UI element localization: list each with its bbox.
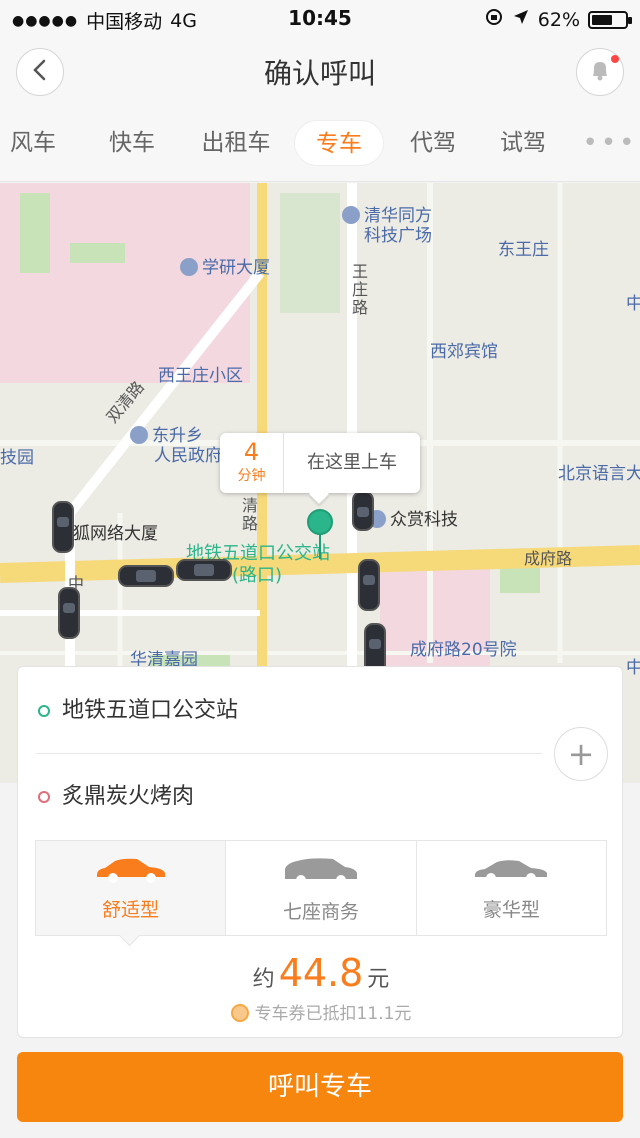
page-title: 确认呼叫 bbox=[263, 57, 376, 90]
map-label-wudaokou-2: (路口) bbox=[232, 565, 283, 586]
car-type-label: 七座商务 bbox=[282, 901, 359, 923]
notification-button[interactable] bbox=[576, 48, 624, 96]
building-icon bbox=[342, 206, 360, 224]
divider bbox=[36, 753, 542, 754]
coupon-note[interactable]: 专车券已抵扣11.1元 bbox=[18, 999, 624, 1024]
rotation-lock-icon bbox=[484, 7, 504, 32]
map-label-renmin: 人民政府 bbox=[154, 446, 222, 466]
map-label-dongwangzhuang: 东王庄 bbox=[498, 240, 549, 260]
sedan-icon bbox=[471, 860, 551, 889]
status-bar: ●●●●● 中国移动 4G 10:45 62% bbox=[0, 0, 640, 36]
origin-field[interactable]: 地铁五道口公交站 bbox=[38, 671, 238, 751]
nav-header: 确认呼叫 bbox=[0, 36, 640, 106]
eta-unit: 分钟 bbox=[237, 468, 266, 484]
battery-icon bbox=[588, 10, 632, 29]
bell-icon bbox=[589, 58, 611, 86]
map-label-zhongshang: 众赏科技 bbox=[368, 505, 458, 530]
map-label-zhong-right: 中 bbox=[626, 294, 640, 314]
map-label-chengfu20: 成府路20号院 bbox=[410, 640, 517, 660]
car-marker bbox=[52, 501, 74, 553]
order-panel: 地铁五道口公交站 + 炙鼎炭火烤肉 舒适型 七座商务 豪华型 约44.8元 bbox=[17, 666, 623, 1038]
destination-text: 炙鼎炭火烤肉 bbox=[62, 784, 195, 809]
price-unit: 元 bbox=[367, 967, 390, 992]
price-value: 44.8 bbox=[278, 951, 364, 995]
car-marker bbox=[352, 491, 374, 531]
car-icon bbox=[93, 858, 169, 889]
building-icon bbox=[180, 258, 198, 276]
notification-badge bbox=[611, 55, 619, 63]
origin-dot-icon bbox=[38, 705, 50, 717]
tab-chuzuche[interactable]: 出租车 bbox=[190, 120, 282, 166]
origin-text: 地铁五道口公交站 bbox=[62, 698, 239, 723]
destination-dot-icon bbox=[38, 791, 50, 803]
car-type-seven-seat[interactable]: 七座商务 bbox=[226, 841, 417, 935]
car-type-label: 豪华型 bbox=[482, 899, 540, 921]
tab-daijia[interactable]: 代驾 bbox=[400, 120, 466, 166]
map-label-jiyuan: 技园 bbox=[0, 448, 34, 468]
map-label-chengfu-road: 成府路 bbox=[524, 549, 573, 568]
tab-shijia[interactable]: 试驾 bbox=[490, 120, 556, 166]
map-label-xiwangzhuang: 西王庄小区 bbox=[158, 366, 243, 386]
destination-field[interactable]: 炙鼎炭火烤肉 bbox=[38, 757, 194, 837]
map-label-qing-road: 清路 bbox=[239, 497, 258, 533]
call-car-button[interactable]: 呼叫专车 bbox=[17, 1052, 623, 1122]
eta-box: 4 分钟 bbox=[220, 433, 284, 493]
minivan-icon bbox=[281, 858, 361, 891]
coupon-text: 专车券已抵扣11.1元 bbox=[254, 1004, 412, 1024]
pickup-callout[interactable]: 4 分钟 在这里上车 bbox=[220, 433, 420, 493]
location-arrow-icon bbox=[512, 8, 530, 31]
price-prefix: 约 bbox=[252, 967, 275, 992]
building-icon bbox=[130, 426, 148, 444]
tab-more[interactable]: ••• bbox=[582, 120, 638, 166]
map-label-beiyu: 北京语言大 bbox=[558, 464, 640, 484]
map-label-wangzhuang-road: 王庄路 bbox=[349, 263, 368, 317]
tab-kuaiche[interactable]: 快车 bbox=[98, 120, 166, 166]
car-marker bbox=[176, 559, 232, 581]
map-label-keji-guangchang: 科技广场 bbox=[364, 226, 432, 246]
map-label-xueyan: 学研大厦 bbox=[180, 253, 270, 278]
tab-fengche[interactable]: 风车 bbox=[10, 120, 70, 166]
eta-value: 4 bbox=[243, 438, 260, 466]
pickup-message: 在这里上车 bbox=[307, 452, 397, 473]
add-stop-button[interactable]: + bbox=[554, 727, 608, 781]
car-type-label: 舒适型 bbox=[102, 899, 160, 921]
tab-zhuanche[interactable]: 专车 bbox=[294, 120, 384, 166]
car-type-luxury[interactable]: 豪华型 bbox=[417, 841, 606, 935]
pickup-pin-icon[interactable] bbox=[307, 509, 333, 559]
car-marker bbox=[58, 587, 80, 639]
coupon-icon bbox=[230, 1004, 249, 1022]
car-marker bbox=[118, 565, 174, 587]
car-type-selector: 舒适型 七座商务 豪华型 bbox=[35, 840, 607, 936]
battery-percent: 62% bbox=[537, 8, 580, 31]
map-label-xijiao: 西郊宾馆 bbox=[430, 342, 498, 362]
map-label-zhong-east: 中 bbox=[626, 658, 640, 678]
service-tabs: 风车 快车 出租车 专车 代驾 试驾 ••• bbox=[0, 106, 640, 182]
car-marker bbox=[358, 559, 380, 611]
price-estimate: 约 44.8 元 bbox=[18, 951, 624, 995]
car-type-comfort[interactable]: 舒适型 bbox=[36, 841, 227, 935]
